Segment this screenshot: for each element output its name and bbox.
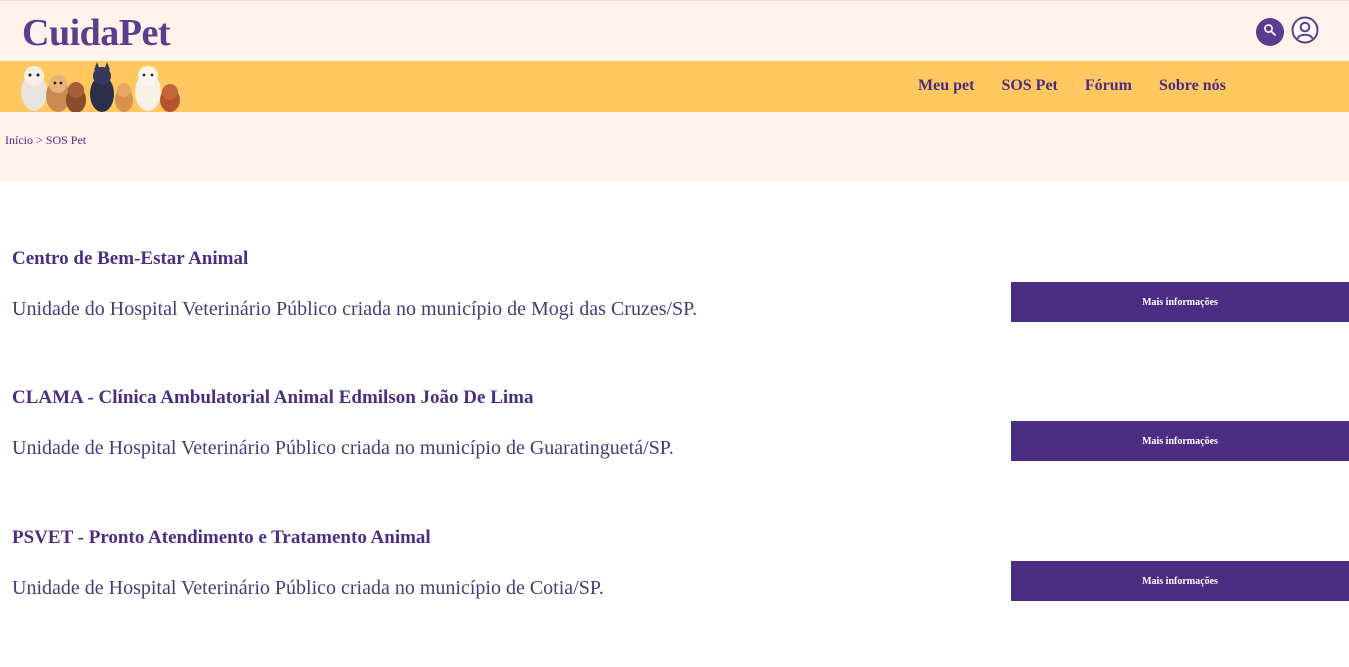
main-navigation: Meu pet SOS Pet Fórum Sobre nós (918, 77, 1226, 95)
user-account-button[interactable] (1291, 16, 1319, 49)
breadcrumb-current: SOS Pet (45, 133, 87, 147)
more-info-button[interactable]: Mais informações (1011, 421, 1349, 461)
breadcrumb: Início > SOS Pet (5, 133, 86, 148)
search-button[interactable] (1256, 18, 1284, 46)
more-info-button[interactable]: Mais informações (1011, 561, 1349, 601)
nav-sos-pet[interactable]: SOS Pet (1001, 77, 1057, 95)
clinic-item: Centro de Bem-Estar Animal Unidade do Ho… (0, 248, 1349, 388)
breadcrumb-separator: > (33, 133, 46, 147)
clinic-title: PSVET - Pronto Atendimento e Tratamento … (12, 527, 431, 548)
clinic-description: Unidade de Hospital Veterinário Público … (12, 577, 604, 599)
more-info-button[interactable]: Mais informações (1011, 282, 1349, 322)
pets-illustration (21, 62, 180, 112)
user-icon (1291, 16, 1319, 49)
clinic-description: Unidade do Hospital Veterinário Público … (12, 298, 698, 320)
header-actions (1256, 16, 1319, 49)
nav-meu-pet[interactable]: Meu pet (918, 77, 974, 95)
clinic-item: PSVET - Pronto Atendimento e Tratamento … (0, 527, 1349, 667)
clinic-title: Centro de Bem-Estar Animal (12, 248, 249, 269)
clinic-description: Unidade de Hospital Veterinário Público … (12, 437, 674, 459)
nav-forum[interactable]: Fórum (1085, 77, 1132, 95)
site-logo[interactable]: CuidaPet (22, 11, 171, 55)
top-header: CuidaPet (0, 0, 1349, 61)
breadcrumb-band: Início > SOS Pet (0, 112, 1349, 182)
breadcrumb-home-link[interactable]: Início (5, 133, 33, 147)
clinic-item: CLAMA - Clínica Ambulatorial Animal Edmi… (0, 387, 1349, 527)
search-icon (1263, 23, 1277, 42)
navigation-band: Meu pet SOS Pet Fórum Sobre nós (0, 61, 1349, 112)
nav-sobre-nos[interactable]: Sobre nós (1159, 77, 1226, 95)
clinic-title: CLAMA - Clínica Ambulatorial Animal Edmi… (12, 387, 534, 408)
